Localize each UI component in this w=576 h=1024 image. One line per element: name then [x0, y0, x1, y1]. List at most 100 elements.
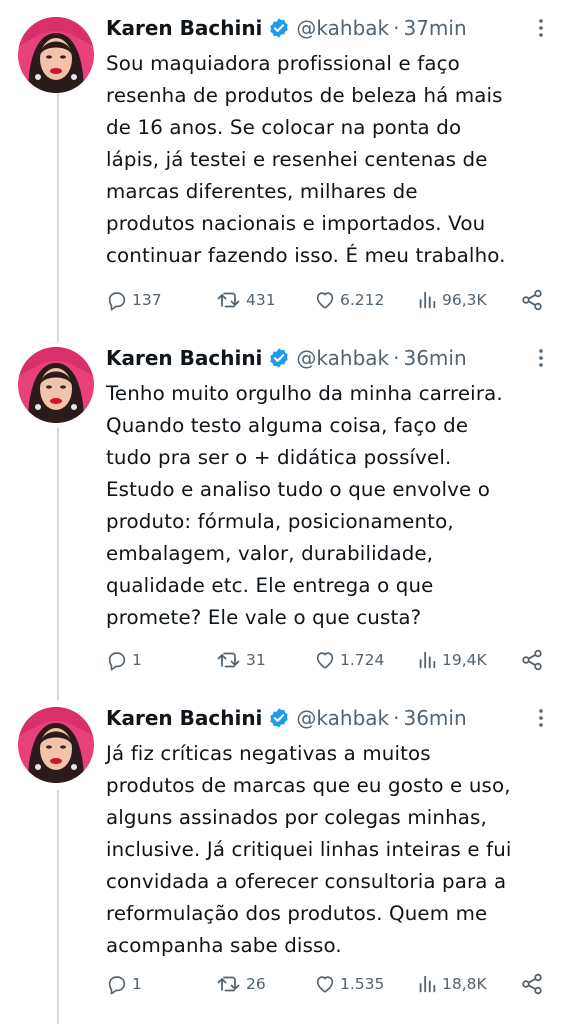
share-icon — [522, 289, 542, 311]
tweet-text: Já fiz críticas negativas a muitos produ… — [106, 738, 558, 962]
tweet-text-line: produtos de marcas que eu gosto e uso, — [106, 774, 511, 797]
tweet-text-line: reformulação dos produtos. Quem me — [106, 902, 488, 925]
tweet-actions: 1 31 1.724 19,4K — [106, 646, 546, 674]
views-icon — [419, 651, 436, 669]
retweet-count: 26 — [246, 975, 266, 993]
share-button[interactable] — [520, 646, 548, 674]
reply-icon — [108, 292, 126, 311]
share-icon — [522, 973, 542, 995]
views-button[interactable]: 18,8K — [416, 970, 487, 998]
author-handle[interactable]: @kahbak — [296, 346, 389, 370]
like-button[interactable]: 6.212 — [314, 286, 384, 314]
retweet-icon — [217, 976, 240, 992]
verified-badge-icon — [268, 17, 290, 39]
share-button[interactable] — [520, 286, 548, 314]
author-handle[interactable]: @kahbak — [296, 16, 389, 40]
retweet-button[interactable]: 26 — [216, 970, 266, 998]
reply-icon — [108, 976, 126, 995]
tweet-text-line: promete? Ele vale o que custa? — [106, 606, 422, 629]
tweet-body: Karen Bachini @kahbak · 36min Tenho muit… — [106, 340, 558, 634]
like-count: 1.535 — [340, 975, 385, 993]
tweet-text-line: Quando testo alguma coisa, faço de — [106, 414, 469, 437]
more-options-icon[interactable] — [534, 346, 548, 370]
timestamp[interactable]: 36min — [403, 346, 466, 370]
tweet-body: Karen Bachini @kahbak · 36min Já fiz crí… — [106, 700, 558, 962]
tweet-text-line: continuar fazendo isso. É meu trabalho. — [106, 244, 506, 267]
tweet-text-line: inclusive. Já critiquei linhas inteiras … — [106, 838, 512, 861]
tweet-text-line: Sou maquiadora profissional e faço — [106, 52, 460, 75]
avatar[interactable] — [18, 707, 94, 783]
author-handle[interactable]: @kahbak — [296, 706, 389, 730]
like-button[interactable]: 1.535 — [314, 970, 384, 998]
tweet-body: Karen Bachini @kahbak · 37min Sou maquia… — [106, 10, 558, 272]
share-icon — [522, 649, 542, 671]
separator: · — [393, 16, 400, 40]
retweet-button[interactable]: 31 — [216, 646, 266, 674]
tweet-header: Karen Bachini @kahbak · 36min — [106, 340, 558, 376]
tweet-text-line: Já fiz críticas negativas a muitos — [106, 742, 431, 765]
tweet-text-line: marcas diferentes, milhares de — [106, 180, 418, 203]
views-button[interactable]: 19,4K — [416, 646, 487, 674]
tweet-text-line: produtos nacionais e importados. Vou — [106, 212, 486, 235]
retweet-icon — [217, 292, 240, 308]
tweet-actions: 1 26 1.535 18,8K — [106, 970, 546, 998]
more-options-icon[interactable] — [534, 706, 548, 730]
author-name[interactable]: Karen Bachini — [106, 706, 262, 730]
verified-badge-icon — [268, 707, 290, 729]
view-count: 18,8K — [442, 975, 487, 993]
tweet-text-line: produto: fórmula, posicionamento, — [106, 510, 454, 533]
reply-count: 1 — [132, 651, 142, 669]
tweet-header: Karen Bachini @kahbak · 36min — [106, 700, 558, 736]
tweet-text-line: Estudo e analiso tudo o que envolve o — [106, 478, 490, 501]
like-icon — [316, 652, 334, 669]
timestamp[interactable]: 37min — [403, 16, 466, 40]
tweet-text-line: alguns assinados por colegas minhas, — [106, 806, 487, 829]
tweet-text-line: qualidade etc. Ele entrega o que — [106, 574, 434, 597]
retweet-icon — [217, 652, 240, 668]
more-options-icon[interactable] — [534, 16, 548, 40]
views-button[interactable]: 96,3K — [416, 286, 487, 314]
share-button[interactable] — [520, 970, 548, 998]
tweet-text-line: tudo pra ser o + didática possível. — [106, 446, 452, 469]
reply-count: 1 — [132, 975, 142, 993]
tweet-text-line: Tenho muito orgulho da minha carreira. — [106, 382, 503, 405]
tweet-text: Sou maquiadora profissional e faço resen… — [106, 48, 558, 272]
separator: · — [393, 706, 400, 730]
like-count: 1.724 — [340, 651, 385, 669]
reply-button[interactable]: 1 — [106, 646, 142, 674]
reply-button[interactable]: 1 — [106, 970, 142, 998]
author-name[interactable]: Karen Bachini — [106, 346, 262, 370]
views-icon — [419, 975, 436, 993]
tweet-text-line: acompanha sabe disso. — [106, 934, 342, 957]
tweet-text-line: resenha de produtos de beleza há mais — [106, 84, 503, 107]
like-button[interactable]: 1.724 — [314, 646, 384, 674]
tweet-text: Tenho muito orgulho da minha carreira. Q… — [106, 378, 558, 634]
reply-button[interactable]: 137 — [106, 286, 162, 314]
views-icon — [419, 291, 436, 309]
view-count: 19,4K — [442, 651, 487, 669]
retweet-button[interactable]: 431 — [216, 286, 276, 314]
tweet-text-line: de 16 anos. Se colocar na ponta do — [106, 116, 462, 139]
author-name[interactable]: Karen Bachini — [106, 16, 262, 40]
tweet[interactable]: Karen Bachini @kahbak · 37min Sou maquia… — [0, 10, 576, 340]
like-icon — [316, 976, 334, 993]
view-count: 96,3K — [442, 291, 487, 309]
tweet[interactable]: Karen Bachini @kahbak · 36min Já fiz crí… — [0, 700, 576, 1024]
tweet-header: Karen Bachini @kahbak · 37min — [106, 10, 558, 46]
tweet[interactable]: Karen Bachini @kahbak · 36min Tenho muit… — [0, 340, 576, 700]
like-icon — [316, 292, 334, 309]
thread-feed: Karen Bachini @kahbak · 37min Sou maquia… — [0, 0, 576, 1024]
verified-badge-icon — [268, 347, 290, 369]
reply-count: 137 — [132, 291, 162, 309]
reply-icon — [108, 652, 126, 671]
retweet-count: 431 — [246, 291, 276, 309]
timestamp[interactable]: 36min — [403, 706, 466, 730]
avatar[interactable] — [18, 347, 94, 423]
tweet-actions: 137 431 6.212 96,3K — [106, 286, 546, 314]
retweet-count: 31 — [246, 651, 266, 669]
avatar[interactable] — [18, 17, 94, 93]
tweet-text-line: embalagem, valor, durabilidade, — [106, 542, 434, 565]
tweet-text-line: lápis, já testei e resenhei centenas de — [106, 148, 488, 171]
separator: · — [393, 346, 400, 370]
like-count: 6.212 — [340, 291, 385, 309]
